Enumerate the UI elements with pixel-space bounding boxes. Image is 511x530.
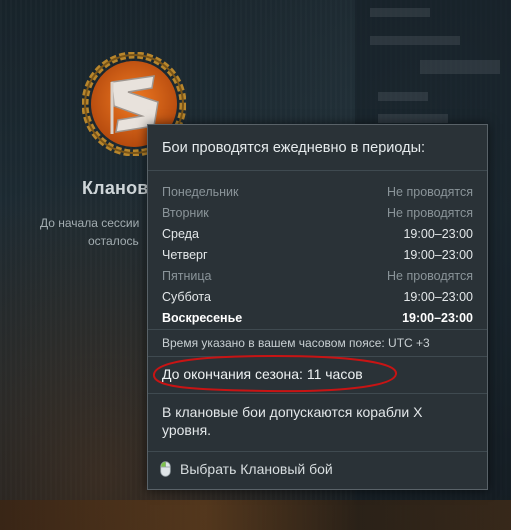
select-clan-battle-action[interactable]: Выбрать Клановый бой: [160, 461, 333, 477]
session-countdown-remaining: осталось: [88, 234, 139, 248]
background-bottom-strip: [0, 500, 511, 530]
schedule-row-today: Воскресенье 19:00–23:00: [162, 307, 473, 328]
divider: [148, 451, 487, 452]
background-blurred-text: [370, 8, 430, 17]
schedule-day: Четверг: [162, 247, 208, 262]
schedule-time: Не проводятся: [387, 205, 473, 220]
divider: [148, 329, 487, 330]
divider: [148, 170, 487, 171]
schedule-table: Понедельник Не проводятся Вторник Не про…: [162, 181, 473, 328]
schedule-day: Воскресенье: [162, 310, 243, 325]
season-end-countdown: До окончания сезона: 11 часов: [162, 366, 363, 382]
divider: [148, 393, 487, 394]
schedule-row: Вторник Не проводятся: [162, 202, 473, 223]
schedule-time: 19:00–23:00: [403, 226, 473, 241]
timezone-note: Время указано в вашем часовом поясе: UTC…: [162, 336, 430, 350]
background-blurred-text: [420, 60, 500, 74]
background-blurred-text: [378, 92, 428, 101]
background-blurred-text: [378, 114, 448, 123]
schedule-day: Вторник: [162, 205, 209, 220]
mouse-icon: [160, 461, 171, 477]
clan-battles-tooltip: Бои проводятся ежедневно в периоды: Поне…: [147, 124, 488, 490]
schedule-time: 19:00–23:00: [403, 289, 473, 304]
tier-requirement-note: В клановые бои допускаются корабли X уро…: [162, 404, 423, 438]
schedule-day: Суббота: [162, 289, 211, 304]
schedule-row: Четверг 19:00–23:00: [162, 244, 473, 265]
background-blurred-text: [370, 36, 460, 45]
schedule-time: Не проводятся: [387, 268, 473, 283]
schedule-time: Не проводятся: [387, 184, 473, 199]
tooltip-title: Бои проводятся ежедневно в периоды:: [162, 140, 426, 156]
schedule-day: Понедельник: [162, 184, 239, 199]
schedule-row: Суббота 19:00–23:00: [162, 286, 473, 307]
select-clan-battle-label: Выбрать Клановый бой: [180, 461, 333, 477]
session-countdown-label: До начала сессии: [40, 216, 140, 230]
schedule-time: 19:00–23:00: [402, 310, 473, 325]
schedule-row: Пятница Не проводятся: [162, 265, 473, 286]
schedule-row: Среда 19:00–23:00: [162, 223, 473, 244]
schedule-time: 19:00–23:00: [403, 247, 473, 262]
schedule-day: Среда: [162, 226, 199, 241]
schedule-day: Пятница: [162, 268, 212, 283]
schedule-row: Понедельник Не проводятся: [162, 181, 473, 202]
